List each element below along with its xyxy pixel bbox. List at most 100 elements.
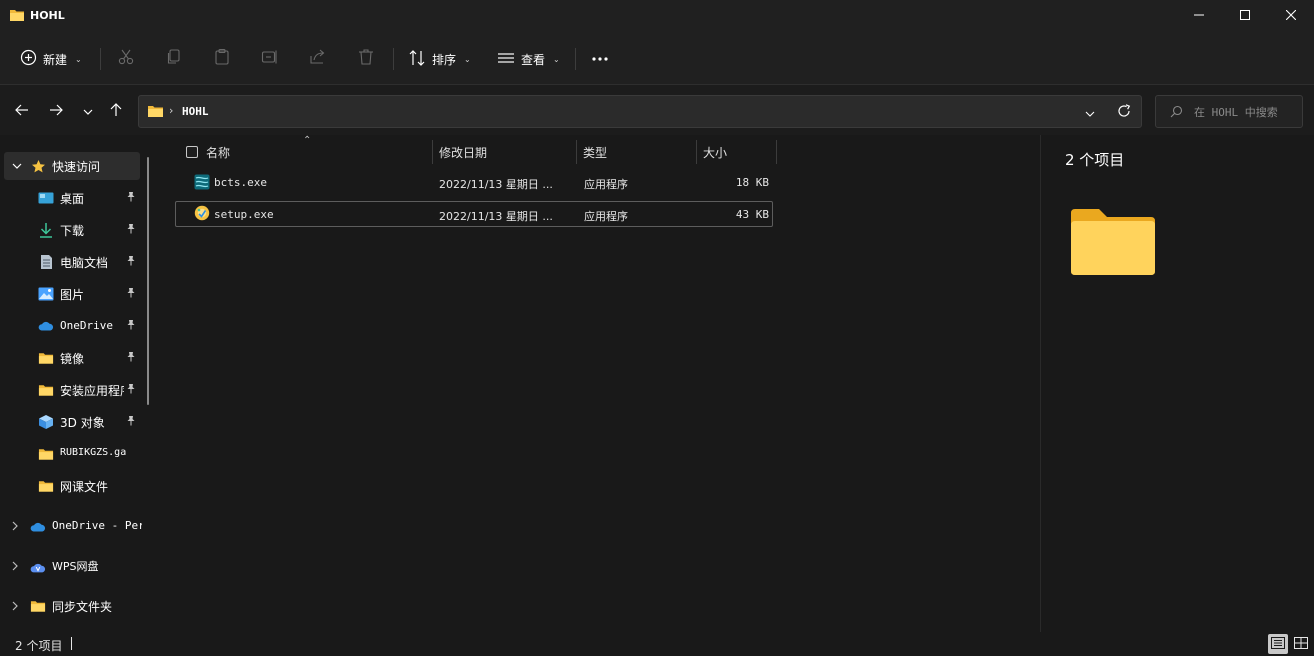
view-button[interactable]: 查看 ⌄ (497, 45, 560, 73)
column-header-label: 大小 (703, 145, 728, 160)
chevron-down-icon[interactable] (11, 160, 23, 172)
details-view-button[interactable] (1268, 634, 1288, 654)
sidebar-item-rubikgzs[interactable]: RUBIKGZS.ga (0, 440, 148, 468)
file-name: setup.exe (214, 208, 274, 221)
column-header-name[interactable]: 名称 (206, 140, 230, 164)
onedrive-icon (38, 318, 54, 334)
pin-icon (126, 287, 136, 301)
plus-circle-icon (20, 49, 37, 69)
exe-app-icon (194, 174, 210, 193)
sidebar-item-wps-cloud[interactable]: WPS网盘 (0, 552, 148, 580)
status-bar: 2 个项目 (0, 632, 1314, 656)
column-header-size[interactable]: 大小 (703, 140, 727, 164)
sidebar-item-label: 图片 (60, 288, 85, 302)
paste-button[interactable] (212, 48, 232, 68)
clipboard-icon (213, 48, 231, 69)
rename-button[interactable] (260, 48, 280, 68)
column-divider[interactable] (576, 140, 577, 164)
pictures-icon (38, 286, 54, 302)
search-box[interactable] (1155, 95, 1303, 128)
toolbar-divider (575, 48, 576, 70)
sidebar-item-pictures[interactable]: 图片 (0, 280, 148, 308)
recent-locations-button[interactable] (78, 101, 98, 121)
title-bar: HOHL (0, 0, 1314, 32)
pin-icon (126, 223, 136, 237)
sidebar-item-documents[interactable]: 电脑文档 (0, 248, 148, 276)
sidebar-item-install-apps[interactable]: 安装应用程序 (0, 376, 148, 404)
breadcrumb-separator-icon: › (169, 104, 174, 117)
chevron-right-icon[interactable] (9, 560, 21, 572)
more-options-button[interactable] (590, 48, 610, 68)
select-all-checkbox[interactable] (186, 146, 198, 158)
minimize-button[interactable] (1176, 0, 1222, 32)
share-button[interactable] (308, 48, 328, 68)
new-button[interactable]: 新建 ⌄ (20, 45, 82, 73)
sidebar-item-course-files[interactable]: 网课文件 (0, 472, 148, 500)
chevron-right-icon[interactable] (9, 600, 21, 612)
rename-icon (261, 48, 279, 69)
view-button-label: 查看 (521, 52, 546, 67)
delete-button[interactable] (356, 48, 376, 68)
sidebar-item-onedrive-personal[interactable]: OneDrive - Pers (0, 512, 148, 540)
close-button[interactable] (1268, 0, 1314, 32)
address-history-button[interactable] (1085, 106, 1095, 120)
column-divider[interactable] (432, 140, 433, 164)
copy-button[interactable] (164, 48, 184, 68)
star-icon (30, 158, 46, 174)
pin-icon (126, 319, 136, 333)
search-input[interactable] (1194, 103, 1298, 121)
folder-icon (1069, 207, 1157, 280)
column-divider[interactable] (696, 140, 697, 164)
column-header-date[interactable]: 修改日期 (439, 140, 487, 164)
column-header-label: 名称 (206, 145, 231, 160)
file-size: 18 KB (735, 176, 769, 189)
list-view-icon (497, 49, 515, 70)
sidebar-item-label: 同步文件夹 (52, 600, 113, 614)
column-header-type[interactable]: 类型 (583, 140, 607, 164)
back-button[interactable] (12, 101, 32, 121)
navigation-bar: › HOHL (0, 85, 1314, 135)
share-icon (309, 48, 327, 69)
status-item-count: 2 个项目 (15, 639, 63, 653)
maximize-button[interactable] (1222, 0, 1268, 32)
sort-button[interactable]: 排序 ⌄ (408, 45, 471, 73)
column-divider[interactable] (776, 140, 777, 164)
chevron-down-icon (83, 104, 93, 118)
refresh-button[interactable] (1117, 104, 1131, 121)
status-divider (71, 637, 72, 650)
arrow-up-icon (110, 102, 122, 120)
file-date: 2022/11/13 星期日 ... (439, 210, 553, 223)
cut-button[interactable] (116, 48, 136, 68)
chevron-right-icon[interactable] (9, 520, 21, 532)
copy-icon (165, 48, 183, 69)
sidebar-item-downloads[interactable]: 下载 (0, 216, 148, 244)
pin-icon (126, 191, 136, 205)
breadcrumb-hohl[interactable]: HOHL (182, 105, 209, 118)
pin-icon (126, 255, 136, 269)
pin-icon (126, 351, 136, 365)
sidebar-item-mirror[interactable]: 镜像 (0, 344, 148, 372)
table-row[interactable]: setup.exe 2022/11/13 星期日 ... 应用程序 43 KB (175, 201, 773, 227)
sidebar-item-onedrive[interactable]: OneDrive (0, 312, 148, 340)
table-row[interactable]: bcts.exe 2022/11/13 星期日 ... 应用程序 18 KB (175, 170, 773, 196)
large-icons-view-button[interactable] (1291, 634, 1311, 654)
file-size: 43 KB (735, 208, 769, 221)
toolbar-divider (393, 48, 394, 70)
download-icon (38, 222, 54, 238)
up-button[interactable] (106, 101, 126, 121)
sidebar-item-quick-access[interactable]: 快速访问 (4, 152, 140, 180)
forward-button[interactable] (46, 101, 66, 121)
navigation-pane-scrollbar[interactable] (147, 157, 149, 405)
scissors-icon (117, 48, 135, 69)
address-bar[interactable]: › HOHL (138, 95, 1142, 128)
tiles-view-icon (1294, 636, 1308, 652)
setup-installer-icon (194, 205, 210, 224)
sidebar-item-3d-objects[interactable]: 3D 对象 (0, 408, 148, 436)
sort-button-label: 排序 (432, 52, 457, 67)
folder-icon (38, 350, 54, 366)
chevron-down-icon: ⌄ (75, 54, 82, 64)
new-button-label: 新建 (43, 52, 68, 67)
sidebar-item-desktop[interactable]: 桌面 (0, 184, 148, 212)
sidebar-item-sync-folder[interactable]: 同步文件夹 (0, 592, 148, 620)
chevron-down-icon: ⌄ (464, 54, 471, 64)
